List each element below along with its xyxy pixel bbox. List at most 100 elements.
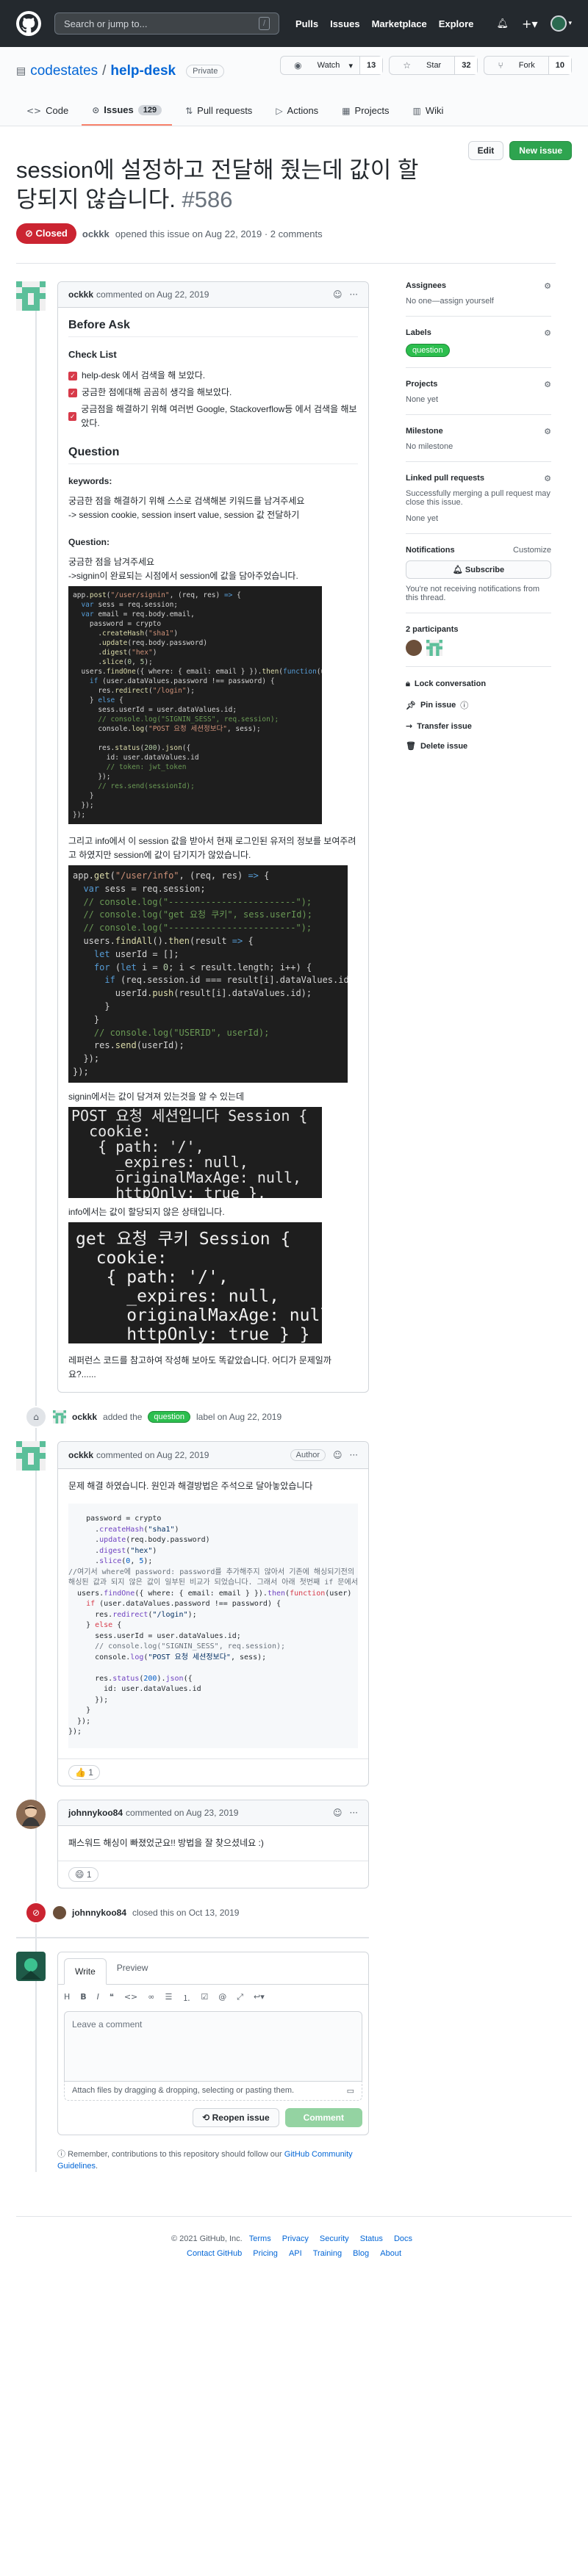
nav-issues[interactable]: Issues: [330, 18, 359, 29]
footer-link-terms[interactable]: Terms: [249, 2234, 271, 2243]
tab-projects[interactable]: ▦ Projects: [331, 98, 399, 126]
footer-link-api[interactable]: API: [289, 2249, 302, 2258]
smiley-icon[interactable]: ☺: [333, 289, 343, 300]
subscribe-button[interactable]: 🔔︎ Subscribe: [406, 560, 551, 579]
user-menu[interactable]: ▾: [551, 15, 572, 32]
avatar[interactable]: [16, 1799, 46, 1829]
reaction-thumbsup[interactable]: 👍 1: [68, 1764, 100, 1780]
footer-link-privacy[interactable]: Privacy: [282, 2234, 309, 2243]
repo-name-link[interactable]: help-desk: [110, 63, 176, 79]
fork-count[interactable]: 10: [548, 57, 571, 74]
attach-files-area[interactable]: Attach files by dragging & dropping, sel…: [64, 2081, 362, 2101]
tab-issues[interactable]: ⊙ Issues 129: [82, 98, 173, 126]
comment-author[interactable]: johnnykoo84: [68, 1808, 123, 1818]
checkbox-checked-icon[interactable]: ✓: [68, 371, 77, 380]
reply-icon[interactable]: ↩▾: [254, 1992, 265, 2004]
tab-wiki[interactable]: ▥ Wiki: [403, 98, 454, 126]
footer-link-security[interactable]: Security: [320, 2234, 349, 2243]
tab-actions[interactable]: ▷ Actions: [265, 98, 329, 126]
tab-code[interactable]: <> Code: [16, 98, 79, 126]
ordered-list-icon[interactable]: ⒈: [182, 1992, 190, 2004]
transfer-issue-link[interactable]: → Transfer issue: [406, 721, 551, 731]
customize-link[interactable]: Customize: [513, 546, 551, 555]
kebab-menu-icon[interactable]: ···: [350, 289, 358, 300]
lock-conversation-link[interactable]: 🔒︎ Lock conversation: [406, 679, 551, 689]
checkbox-checked-icon[interactable]: ✓: [68, 388, 77, 397]
nav-pulls[interactable]: Pulls: [295, 18, 318, 29]
star-count[interactable]: 32: [454, 57, 478, 74]
event-actor[interactable]: johnnykoo84: [72, 1908, 126, 1918]
chevron-down-icon: ▾: [568, 20, 572, 27]
tab-pull-requests[interactable]: ⇅ Pull requests: [175, 98, 262, 126]
footer-link-docs[interactable]: Docs: [394, 2234, 412, 2243]
search-input[interactable]: Search or jump to... /: [54, 12, 279, 35]
reopen-issue-button[interactable]: ⟲ Reopen issue: [193, 2107, 279, 2127]
pin-issue-link[interactable]: 📌︎ Pin issue ⓘ: [406, 699, 551, 711]
nav-explore[interactable]: Explore: [439, 18, 474, 29]
italic-icon[interactable]: I: [97, 1992, 99, 2004]
plus-dropdown-icon[interactable]: +▾: [522, 17, 537, 31]
gear-icon[interactable]: ⚙: [544, 281, 551, 291]
repo-owner-link[interactable]: codestates: [30, 63, 98, 79]
comment-author[interactable]: ockkk: [68, 1450, 93, 1460]
assign-yourself-link[interactable]: No one—assign yourself: [406, 297, 551, 306]
bold-icon[interactable]: B: [80, 1992, 86, 2004]
issue-meta: ⊘ Closed ockkk opened this issue on Aug …: [16, 223, 556, 264]
kebab-menu-icon[interactable]: ···: [350, 1808, 358, 1818]
site-footer: © 2021 GitHub, Inc. Terms Privacy Securi…: [16, 2215, 572, 2258]
code-icon[interactable]: <>: [124, 1992, 137, 2004]
reaction-smile[interactable]: 😄 1: [68, 1866, 98, 1882]
avatar[interactable]: [53, 1905, 66, 1919]
comment-body: 문제 해결 하였습니다. 원인과 해결방법은 주석으로 달아놓았습니다 pass…: [58, 1469, 368, 1758]
kebab-menu-icon[interactable]: ···: [350, 1450, 358, 1460]
gear-icon[interactable]: ⚙: [544, 328, 551, 338]
cross-reference-icon[interactable]: ⤢: [237, 1992, 243, 2004]
smiley-icon[interactable]: ☺: [333, 1450, 343, 1460]
gear-icon[interactable]: ⚙: [544, 474, 551, 483]
delete-issue-link[interactable]: 🗑︎ Delete issue: [406, 741, 551, 751]
checkbox-checked-icon[interactable]: ✓: [68, 412, 77, 421]
watch-count[interactable]: 13: [359, 57, 383, 74]
edit-title-button[interactable]: Edit: [467, 141, 504, 160]
avatar[interactable]: [16, 281, 46, 311]
participant-avatar[interactable]: [406, 640, 422, 656]
nav-marketplace[interactable]: Marketplace: [372, 18, 427, 29]
footer-link-blog[interactable]: Blog: [353, 2249, 369, 2258]
comment-textarea[interactable]: Leave a comment: [64, 2010, 362, 2082]
preview-tab[interactable]: Preview: [107, 1955, 159, 1980]
footer-link-contact[interactable]: Contact GitHub: [187, 2249, 242, 2258]
info-icon: ⓘ: [57, 2149, 65, 2159]
quote-icon[interactable]: ❝: [110, 1992, 114, 2004]
write-tab[interactable]: Write: [64, 1958, 107, 1985]
label-question[interactable]: question: [148, 1411, 191, 1423]
gear-icon[interactable]: ⚙: [544, 380, 551, 389]
task-list-icon[interactable]: ☑: [201, 1992, 208, 2004]
watch-button[interactable]: ◉ Watch ▾ 13: [280, 56, 384, 75]
avatar[interactable]: [53, 1410, 66, 1424]
avatar[interactable]: [16, 1441, 46, 1471]
bell-icon[interactable]: 🔔︎: [497, 18, 509, 29]
issue-author-link[interactable]: ockkk: [82, 228, 110, 239]
github-logo-icon[interactable]: [16, 11, 41, 36]
event-actor[interactable]: ockkk: [72, 1412, 97, 1422]
mention-icon[interactable]: @: [218, 1992, 226, 2004]
gear-icon[interactable]: ⚙: [544, 427, 551, 436]
fork-button[interactable]: ⑂ Fork 10: [484, 56, 572, 75]
star-button[interactable]: ☆ Star 32: [389, 56, 478, 75]
comment-tabs: Write Preview: [58, 1952, 368, 1985]
smiley-icon[interactable]: ☺: [333, 1808, 343, 1818]
footer-link-pricing[interactable]: Pricing: [253, 2249, 278, 2258]
new-issue-button[interactable]: New issue: [509, 141, 572, 160]
footer-link-status[interactable]: Status: [360, 2234, 383, 2243]
participant-avatar[interactable]: [426, 640, 442, 656]
link-icon[interactable]: ∞: [148, 1992, 154, 2004]
avatar[interactable]: [16, 1951, 46, 1981]
footer-link-about[interactable]: About: [380, 2249, 401, 2258]
markdown-icon[interactable]: ▭: [347, 2086, 354, 2096]
comment-submit-button[interactable]: Comment: [284, 2107, 362, 2127]
label-question[interactable]: question: [406, 344, 450, 357]
heading-icon[interactable]: H: [64, 1992, 70, 2004]
footer-link-training[interactable]: Training: [313, 2249, 342, 2258]
comment-author[interactable]: ockkk: [68, 289, 93, 300]
unordered-list-icon[interactable]: ☰: [165, 1992, 172, 2004]
